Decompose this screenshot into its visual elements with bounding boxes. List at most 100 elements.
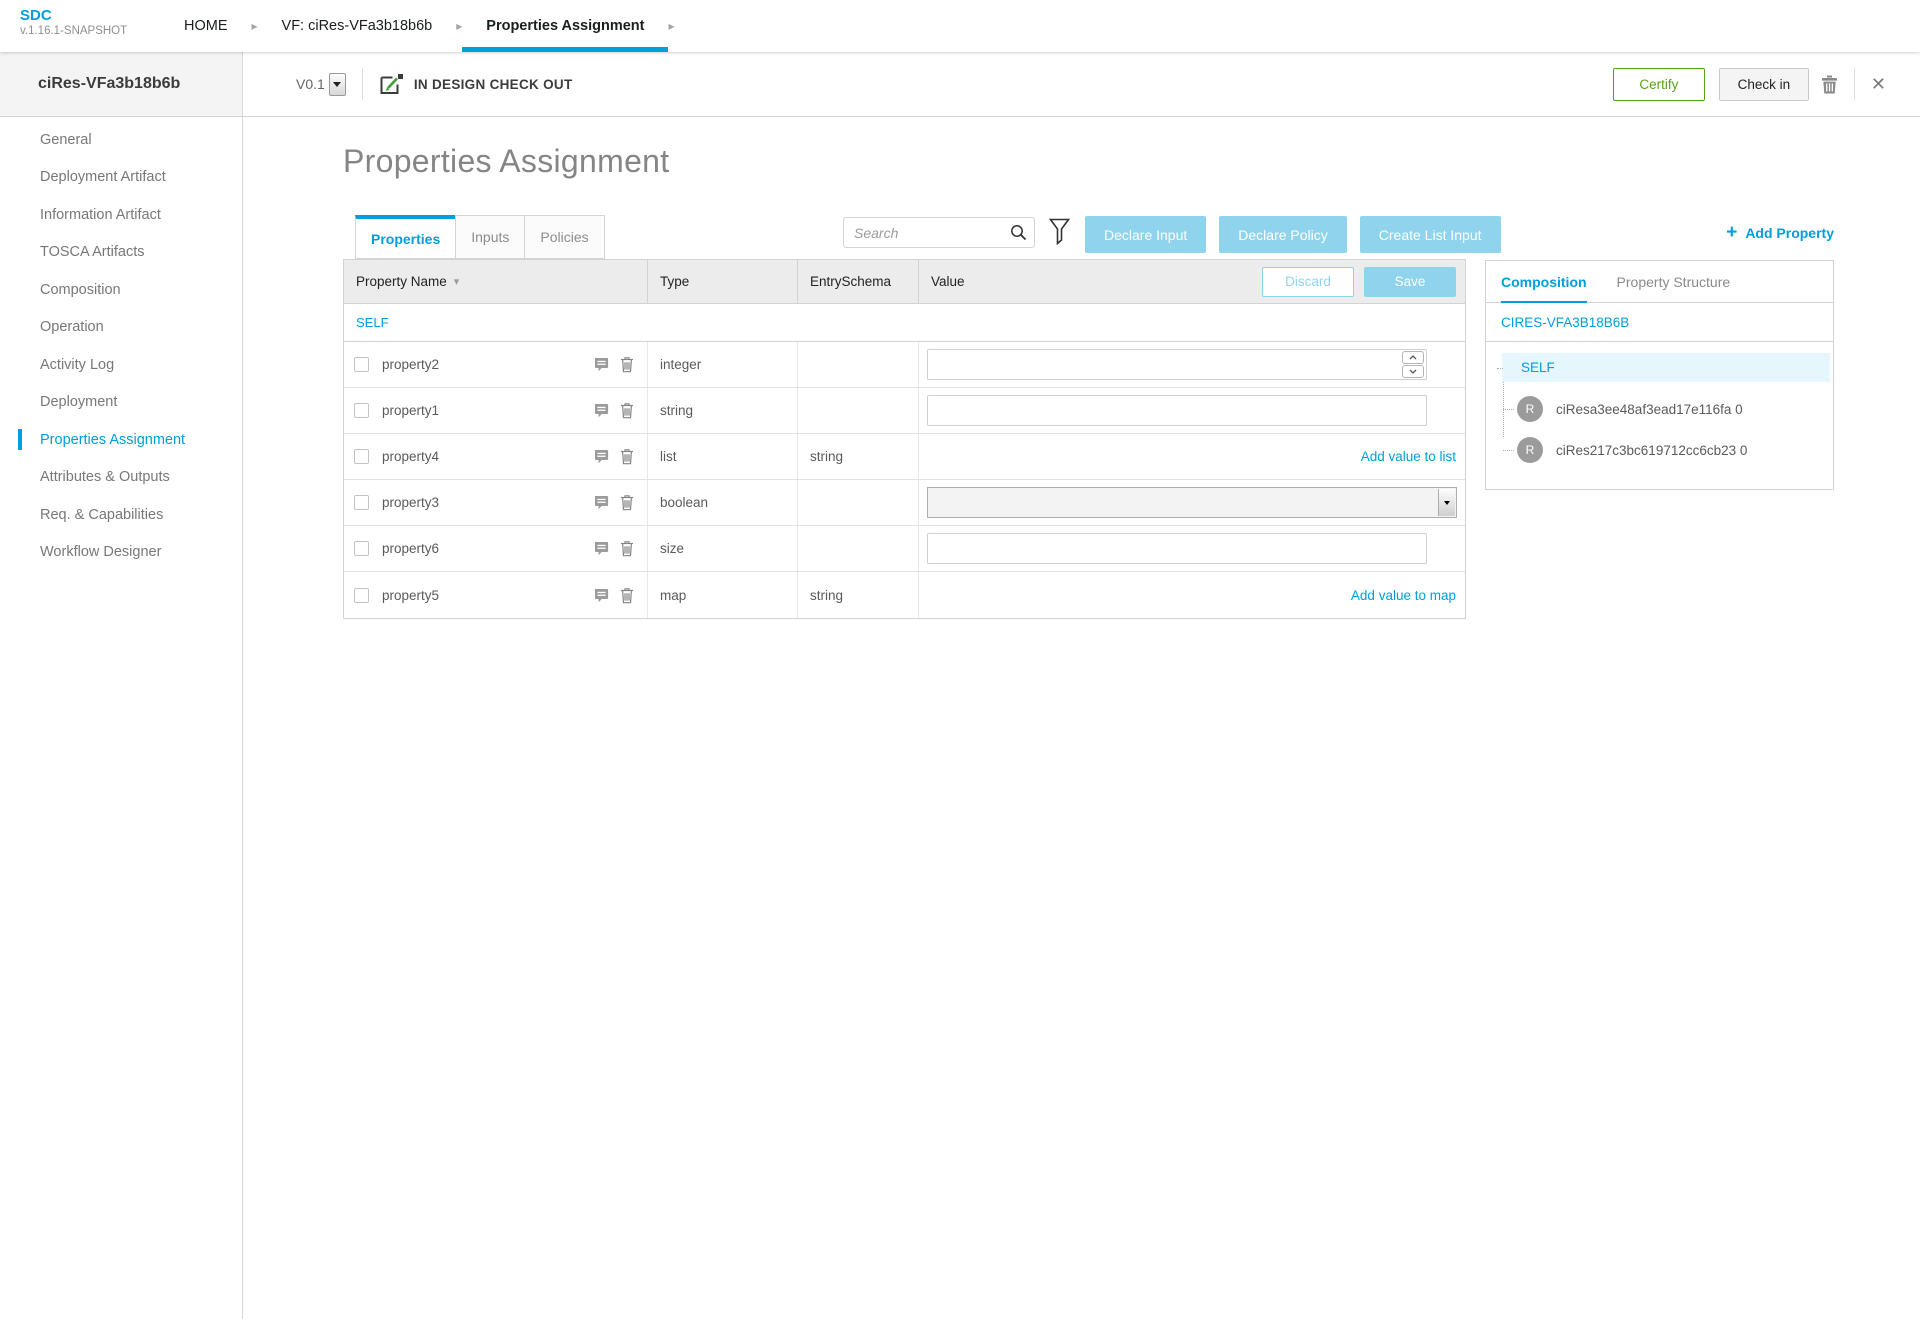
tab-properties[interactable]: Properties <box>355 215 455 259</box>
row-checkbox[interactable] <box>354 357 369 372</box>
entity-name: ciRes-VFa3b18b6b <box>38 75 180 93</box>
row-checkbox[interactable] <box>354 403 369 418</box>
property-name: property2 <box>382 357 439 372</box>
comment-icon[interactable] <box>594 449 609 464</box>
create-list-input-button[interactable]: Create List Input <box>1360 216 1501 253</box>
avatar: R <box>1517 437 1543 463</box>
close-button[interactable]: ✕ <box>1859 74 1898 95</box>
divider <box>1854 68 1855 100</box>
chevron-down-icon <box>1444 501 1450 505</box>
column-property-name[interactable]: Property Name ▾ <box>344 260 648 303</box>
value-input[interactable] <box>928 350 1426 379</box>
value-number-input[interactable] <box>927 349 1427 380</box>
select-arrow-button[interactable] <box>1438 489 1455 516</box>
sidebar-item-tosca-artifacts[interactable]: TOSCA Artifacts <box>0 234 242 272</box>
column-entryschema: EntrySchema <box>798 260 919 303</box>
value-input[interactable] <box>927 395 1427 426</box>
value-select[interactable] <box>927 487 1457 518</box>
comment-icon[interactable] <box>594 588 609 603</box>
version-label: V0.1 <box>296 76 325 92</box>
tree-item-resource[interactable]: R ciRes217c3bc619712cc6cb23 0 <box>1517 437 1833 463</box>
table-row: property3 boolean <box>344 480 1465 526</box>
add-property-label: Add Property <box>1745 225 1834 241</box>
table-row: property2 integer <box>344 342 1465 388</box>
filter-icon[interactable] <box>1049 218 1071 245</box>
self-group-row[interactable]: SELF <box>344 304 1465 342</box>
sidebar-item-attributes-outputs[interactable]: Attributes & Outputs <box>0 459 242 497</box>
declare-input-button[interactable]: Declare Input <box>1085 216 1206 253</box>
column-value: Value Discard Save <box>919 260 1465 303</box>
sort-icon: ▾ <box>454 275 460 288</box>
checkin-button[interactable]: Check in <box>1719 68 1809 101</box>
delete-icon[interactable] <box>620 540 634 557</box>
add-value-to-map-link[interactable]: Add value to map <box>1351 588 1456 603</box>
discard-button[interactable]: Discard <box>1262 267 1354 297</box>
tree-item-resource[interactable]: R ciResa3ee48af3ead17e116fa 0 <box>1517 396 1833 422</box>
tab-property-structure[interactable]: Property Structure <box>1617 261 1731 302</box>
sidebar-item-workflow-designer[interactable]: Workflow Designer <box>0 534 242 572</box>
avatar: R <box>1517 396 1543 422</box>
comment-icon[interactable] <box>594 541 609 556</box>
delete-icon[interactable] <box>620 402 634 419</box>
delete-icon[interactable] <box>620 587 634 604</box>
chevron-down-icon <box>333 82 341 87</box>
sdc-logo: SDC v.1.16.1-SNAPSHOT <box>0 0 160 52</box>
delete-version-button[interactable] <box>1809 75 1850 94</box>
delete-icon[interactable] <box>620 448 634 465</box>
comment-icon[interactable] <box>594 357 609 372</box>
search-input[interactable] <box>843 217 1035 248</box>
composition-root-node[interactable]: CIRES-VFA3B18B6B <box>1486 303 1833 342</box>
property-entry-schema <box>798 480 919 525</box>
sidebar-item-deployment[interactable]: Deployment <box>0 384 242 422</box>
breadcrumb-vf[interactable]: VF: ciRes-VFa3b18b6b <box>258 0 457 52</box>
add-value-to-list-link[interactable]: Add value to list <box>1361 449 1456 464</box>
sidebar-item-req-capabilities[interactable]: Req. & Capabilities <box>0 496 242 534</box>
comment-icon[interactable] <box>594 403 609 418</box>
design-edit-icon <box>379 73 404 96</box>
property-type: list <box>648 434 798 479</box>
sidebar-item-information-artifact[interactable]: Information Artifact <box>0 196 242 234</box>
tab-composition[interactable]: Composition <box>1501 261 1587 302</box>
sidebar-item-properties-assignment[interactable]: Properties Assignment <box>0 421 242 459</box>
main-content: Properties Assignment Properties Inputs … <box>243 117 1920 1319</box>
tree-item-self[interactable]: SELF <box>1502 353 1830 382</box>
composition-panel-tabs: Composition Property Structure <box>1486 261 1833 303</box>
sidebar-item-composition[interactable]: Composition <box>0 271 242 309</box>
composition-tree: SELF R ciResa3ee48af3ead17e116fa 0 R ciR… <box>1486 342 1833 489</box>
column-label: Value <box>931 274 965 289</box>
sidebar-item-activity-log[interactable]: Activity Log <box>0 346 242 384</box>
sidebar-item-operation[interactable]: Operation <box>0 309 242 347</box>
tab-policies[interactable]: Policies <box>524 215 604 259</box>
spinner-up-icon[interactable] <box>1402 351 1424 364</box>
spinner-down-icon[interactable] <box>1402 365 1424 378</box>
table-row: property1 string <box>344 388 1465 434</box>
row-checkbox[interactable] <box>354 495 369 510</box>
value-input[interactable] <box>927 533 1427 564</box>
table-row: property5 map string Add value to map <box>344 572 1465 618</box>
property-entry-schema: string <box>798 434 919 479</box>
declare-policy-button[interactable]: Declare Policy <box>1219 216 1346 253</box>
breadcrumb-arrow-icon: ▸ <box>668 0 674 52</box>
tree-item-label: ciRes217c3bc619712cc6cb23 0 <box>1556 443 1747 458</box>
sidebar-item-general[interactable]: General <box>0 121 242 159</box>
breadcrumb: HOME ▸ VF: ciRes-VFa3b18b6b ▸ Properties… <box>160 0 675 52</box>
row-checkbox[interactable] <box>354 449 369 464</box>
delete-icon[interactable] <box>620 356 634 373</box>
delete-icon[interactable] <box>620 494 634 511</box>
table-header: Property Name ▾ Type EntrySchema Value D… <box>344 260 1465 304</box>
property-type: size <box>648 526 798 571</box>
sidebar-item-deployment-artifact[interactable]: Deployment Artifact <box>0 159 242 197</box>
property-entry-schema: string <box>798 572 919 618</box>
breadcrumb-home[interactable]: HOME <box>160 0 252 52</box>
tab-inputs[interactable]: Inputs <box>455 215 524 259</box>
row-checkbox[interactable] <box>354 588 369 603</box>
save-button[interactable]: Save <box>1364 267 1456 297</box>
breadcrumb-properties-assignment[interactable]: Properties Assignment <box>462 0 668 52</box>
row-checkbox[interactable] <box>354 541 369 556</box>
comment-icon[interactable] <box>594 495 609 510</box>
add-property-button[interactable]: + Add Property <box>1485 223 1834 242</box>
property-name: property1 <box>382 403 439 418</box>
search-icon <box>1010 224 1027 241</box>
certify-button[interactable]: Certify <box>1613 68 1705 101</box>
version-dropdown[interactable] <box>329 73 346 96</box>
